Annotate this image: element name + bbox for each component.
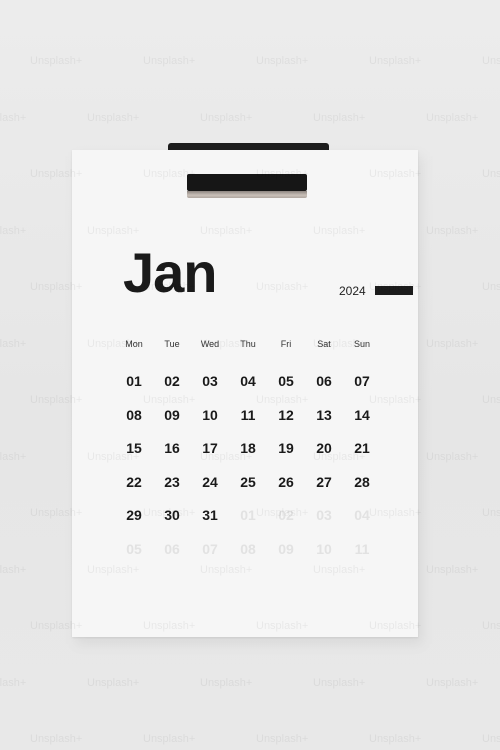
watermark-text: Unsplash+	[256, 507, 309, 519]
watermark-text: Unsplash+	[313, 563, 366, 576]
watermark-text: Unsplash+	[482, 55, 500, 67]
year-label: 2024	[339, 284, 366, 298]
watermark-text: Unsplash+	[30, 507, 83, 519]
watermark-text: Unsplash+	[256, 394, 309, 406]
watermark-text: Unsplash+	[482, 620, 500, 632]
day-cell: 19	[278, 440, 294, 456]
day-cell: 28	[354, 473, 370, 490]
watermark-text: Unsplash+	[143, 733, 196, 745]
day-cell: 31	[202, 507, 218, 523]
watermark-text: Unsplash+	[313, 224, 366, 237]
watermark-text: Unsplash+	[482, 394, 500, 406]
watermark-text: Unsplash+	[369, 507, 422, 519]
watermark-text: Unsplash+	[87, 676, 140, 689]
watermark-text: Unsplash+	[482, 733, 500, 745]
day-cell: 09	[164, 406, 180, 423]
watermark-text: Unsplash+	[30, 394, 83, 406]
watermark-text: Unsplash+	[87, 563, 140, 576]
watermark-text: Unsplash+	[256, 281, 309, 293]
watermark-text: Unsplash+	[369, 620, 422, 632]
day-cell: 11	[240, 406, 256, 423]
day-cell: 12	[278, 406, 294, 423]
watermark-text: Unsplash+	[426, 450, 479, 463]
watermark-text: Unsplash+	[200, 111, 253, 124]
day-cell: 24	[202, 473, 218, 490]
weekday-header: Tue	[164, 339, 180, 349]
watermark-text: Unsplash+	[0, 450, 27, 463]
watermark-text: Unsplash+	[482, 168, 500, 180]
day-cell: 27	[316, 473, 332, 490]
watermark-text: Unsplash+	[200, 676, 253, 689]
watermark-text: Unsplash+	[0, 337, 27, 350]
watermark-text: Unsplash+	[426, 224, 479, 237]
watermark-text: Unsplash+	[313, 111, 366, 124]
watermark-text: Unsplash+	[426, 563, 479, 576]
watermark-text: Unsplash+	[426, 676, 479, 689]
binder-clip-edge	[187, 191, 307, 198]
watermark-text: Unsplash+	[0, 563, 27, 576]
watermark-text: Unsplash+	[30, 281, 83, 293]
watermark-text: Unsplash+	[200, 224, 253, 237]
watermark-text: Unsplash+	[0, 111, 27, 124]
watermark-text: Unsplash+	[30, 168, 83, 180]
watermark-text: Unsplash+	[143, 507, 196, 519]
watermark-text: Unsplash+	[482, 507, 500, 519]
day-cell: 06	[316, 373, 332, 389]
day-cell: 22	[126, 473, 142, 490]
watermark-text: Unsplash+	[143, 281, 196, 293]
watermark-text: Unsplash+	[369, 168, 422, 180]
watermark-text: Unsplash+	[143, 55, 196, 67]
watermark-text: Unsplash+	[369, 733, 422, 745]
watermark-text: Unsplash+	[256, 168, 309, 180]
watermark-text: Unsplash+	[256, 55, 309, 67]
watermark-text: Unsplash+	[256, 733, 309, 745]
watermark-text: Unsplash+	[200, 563, 253, 576]
watermark-text: Unsplash+	[87, 450, 140, 463]
watermark-text: Unsplash+	[369, 281, 422, 293]
day-cell-adjacent-month: 03	[316, 507, 332, 523]
watermark-text: Unsplash+	[143, 620, 196, 632]
day-cell: 08	[126, 406, 142, 423]
day-cell-adjacent-month: 09	[278, 540, 294, 557]
watermark-text: Unsplash+	[256, 620, 309, 632]
day-cell: 23	[164, 473, 180, 490]
watermark-text: Unsplash+	[200, 450, 253, 463]
watermark-text: Unsplash+	[0, 224, 27, 237]
weekday-header: Fri	[280, 339, 292, 349]
day-cell: 26	[278, 473, 294, 490]
watermark-text: Unsplash+	[143, 394, 196, 406]
day-cell: 16	[164, 440, 180, 456]
watermark-text: Unsplash+	[426, 111, 479, 124]
watermark-text: Unsplash+	[87, 224, 140, 237]
day-cell: 03	[202, 373, 218, 389]
watermark-text: Unsplash+	[143, 168, 196, 180]
watermark-text: Unsplash+	[30, 55, 83, 67]
watermark-text: Unsplash+	[87, 337, 140, 350]
watermark-text: Unsplash+	[30, 733, 83, 745]
watermark-text: Unsplash+	[313, 337, 366, 350]
watermark-text: Unsplash+	[0, 676, 27, 689]
watermark-text: Unsplash+	[313, 676, 366, 689]
watermark-text: Unsplash+	[313, 450, 366, 463]
day-cell-adjacent-month: 06	[164, 540, 180, 557]
watermark-text: Unsplash+	[426, 337, 479, 350]
watermark-text: Unsplash+	[369, 394, 422, 406]
watermark-text: Unsplash+	[200, 337, 253, 350]
watermark-text: Unsplash+	[87, 111, 140, 124]
month-title: Jan	[123, 241, 217, 304]
watermark-text: Unsplash+	[369, 55, 422, 67]
watermark-text: Unsplash+	[30, 620, 83, 632]
day-cell: 25	[240, 473, 256, 490]
day-cell: 13	[316, 406, 332, 423]
watermark-text: Unsplash+	[482, 281, 500, 293]
day-cell: 10	[202, 406, 218, 423]
day-cell: 14	[354, 406, 370, 423]
